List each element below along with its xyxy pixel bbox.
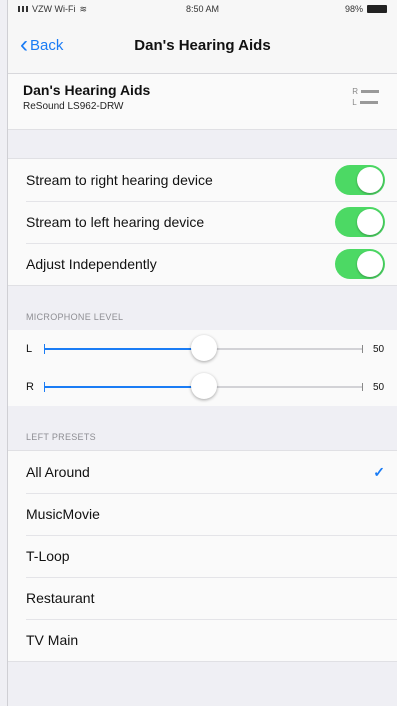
- toggle-row-stream-left: Stream to left hearing device: [8, 201, 397, 243]
- battery-icon: [367, 5, 387, 13]
- right-mic-slider[interactable]: [44, 373, 363, 399]
- back-button[interactable]: ‹ Back: [20, 30, 64, 58]
- microphone-level-header: MICROPHONE LEVEL: [26, 312, 124, 322]
- device-model: ReSound LS962-DRW: [23, 101, 124, 112]
- switch-knob: [357, 251, 383, 277]
- left-presets-header: LEFT PRESETS: [26, 432, 96, 442]
- switch-knob: [357, 209, 383, 235]
- toggle-row-adjust-independently: Adjust Independently: [8, 243, 397, 285]
- slider-fill: [44, 348, 204, 350]
- slider-thumb[interactable]: [190, 373, 217, 399]
- slider-value-left: 50: [373, 343, 385, 355]
- page-title: Dan's Hearing Aids: [134, 37, 271, 54]
- preset-item-all-around[interactable]: All Around ✓: [8, 451, 397, 493]
- signal-icon: [18, 6, 28, 12]
- left-battery-bar: [359, 101, 378, 105]
- left-device-label: L: [352, 98, 357, 107]
- battery-percent: 98%: [344, 4, 363, 14]
- left-mic-slider[interactable]: [44, 335, 363, 361]
- preset-label: T-Loop: [26, 548, 70, 564]
- preset-label: TV Main: [26, 632, 79, 648]
- toggle-row-stream-right: Stream to right hearing device: [8, 159, 397, 201]
- checkmark-icon: ✓: [373, 463, 385, 480]
- carrier-text: VZW Wi-Fi: [32, 4, 76, 14]
- preset-item-restaurant[interactable]: Restaurant: [8, 577, 397, 619]
- slider-row-right: R 50: [8, 368, 397, 406]
- preset-label: All Around: [26, 464, 90, 480]
- navigation-bar: ‹ Back Dan's Hearing Aids: [8, 18, 397, 74]
- battery-indicators: R L: [352, 86, 379, 108]
- stream-right-switch[interactable]: [335, 165, 385, 195]
- preset-item-musicmovie[interactable]: MusicMovie: [8, 493, 397, 535]
- preset-label: Restaurant: [26, 590, 95, 606]
- slider-thumb[interactable]: [190, 335, 217, 361]
- device-name: Dan's Hearing Aids: [23, 82, 151, 98]
- stream-left-switch[interactable]: [335, 207, 385, 237]
- right-battery-bar: [361, 90, 379, 94]
- slider-row-left: L 50: [8, 330, 397, 368]
- preset-item-t-loop[interactable]: T-Loop: [8, 535, 397, 577]
- back-label: Back: [30, 37, 64, 54]
- presets-list: All Around ✓ MusicMovie T-Loop Restauran…: [8, 450, 397, 662]
- chevron-left-icon: ‹: [20, 30, 28, 58]
- settings-screen: VZW Wi-Fi ≋ 8:50 AM 98% ‹ Back Dan's Hea…: [7, 0, 397, 706]
- right-device-label: R: [352, 87, 358, 96]
- slider-label-left: L: [26, 343, 33, 355]
- toggle-label: Adjust Independently: [26, 256, 157, 272]
- preset-label: MusicMovie: [26, 506, 100, 522]
- device-info-row: Dan's Hearing Aids ReSound LS962-DRW R L: [8, 74, 397, 130]
- switch-knob: [357, 167, 383, 193]
- slider-value-right: 50: [373, 381, 385, 393]
- preset-item-tv-main[interactable]: TV Main: [8, 619, 397, 661]
- toggle-label: Stream to right hearing device: [26, 172, 213, 188]
- stream-settings-group: Stream to right hearing device Stream to…: [8, 158, 397, 286]
- adjust-independently-switch[interactable]: [335, 249, 385, 279]
- status-bar: VZW Wi-Fi ≋ 8:50 AM 98%: [8, 0, 397, 18]
- wifi-icon: ≋: [79, 3, 88, 14]
- toggle-label: Stream to left hearing device: [26, 214, 205, 230]
- slider-label-right: R: [26, 381, 34, 393]
- slider-fill: [44, 386, 204, 388]
